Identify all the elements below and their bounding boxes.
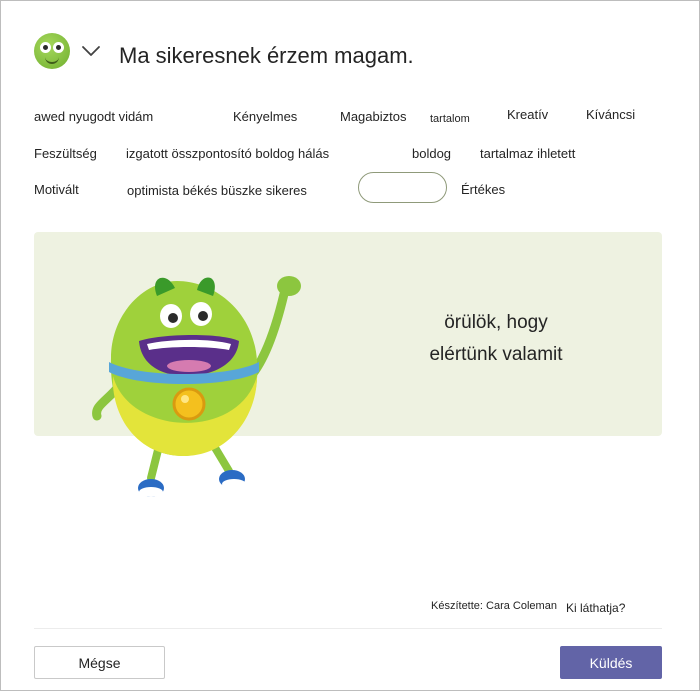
selected-feeling-pill[interactable] — [358, 172, 447, 203]
feelings-dialog: Ma sikeresnek érzem magam. awed nyugodt … — [0, 0, 700, 691]
who-can-see-link[interactable]: Ki láthatja? — [566, 601, 625, 615]
cancel-button[interactable]: Mégse — [34, 646, 165, 679]
feeling-word[interactable]: awed nyugodt vidám — [34, 109, 153, 125]
mood-selector[interactable] — [34, 33, 102, 69]
feeling-word[interactable]: Kényelmes — [233, 109, 297, 125]
feeling-word[interactable]: tartalom — [430, 111, 470, 127]
feeling-word[interactable]: Feszültség — [34, 146, 97, 162]
feeling-word[interactable]: Kreatív — [507, 107, 548, 123]
footer-divider — [34, 628, 662, 629]
feeling-word[interactable]: Magabiztos — [340, 109, 406, 125]
chevron-down-icon[interactable] — [80, 40, 102, 62]
send-button[interactable]: Küldés — [560, 646, 662, 679]
page-title: Ma sikeresnek érzem magam. — [119, 43, 414, 68]
feeling-word[interactable]: boldog — [412, 146, 451, 162]
mood-face-icon[interactable] — [34, 33, 70, 69]
feeling-word[interactable]: optimista békés büszke sikeres — [127, 183, 307, 199]
feeling-phrase-line2: elértünk valamit — [429, 344, 563, 365]
feeling-phrase: örülök, hogy elértünk valamit — [401, 307, 591, 371]
feeling-phrase-line1: örülök, hogy — [444, 312, 548, 333]
feeling-word[interactable]: Motivált — [34, 182, 79, 198]
author-credit: Készítette: Cara Coleman — [431, 600, 557, 612]
feeling-word[interactable]: Értékes — [461, 182, 505, 198]
feeling-word[interactable]: izgatott összpontosító boldog hálás — [126, 146, 329, 162]
feeling-word[interactable]: tartalmaz ihletett — [480, 146, 575, 162]
waving-green-monster-icon — [92, 276, 301, 497]
feeling-word[interactable]: Kíváncsi — [586, 107, 635, 123]
